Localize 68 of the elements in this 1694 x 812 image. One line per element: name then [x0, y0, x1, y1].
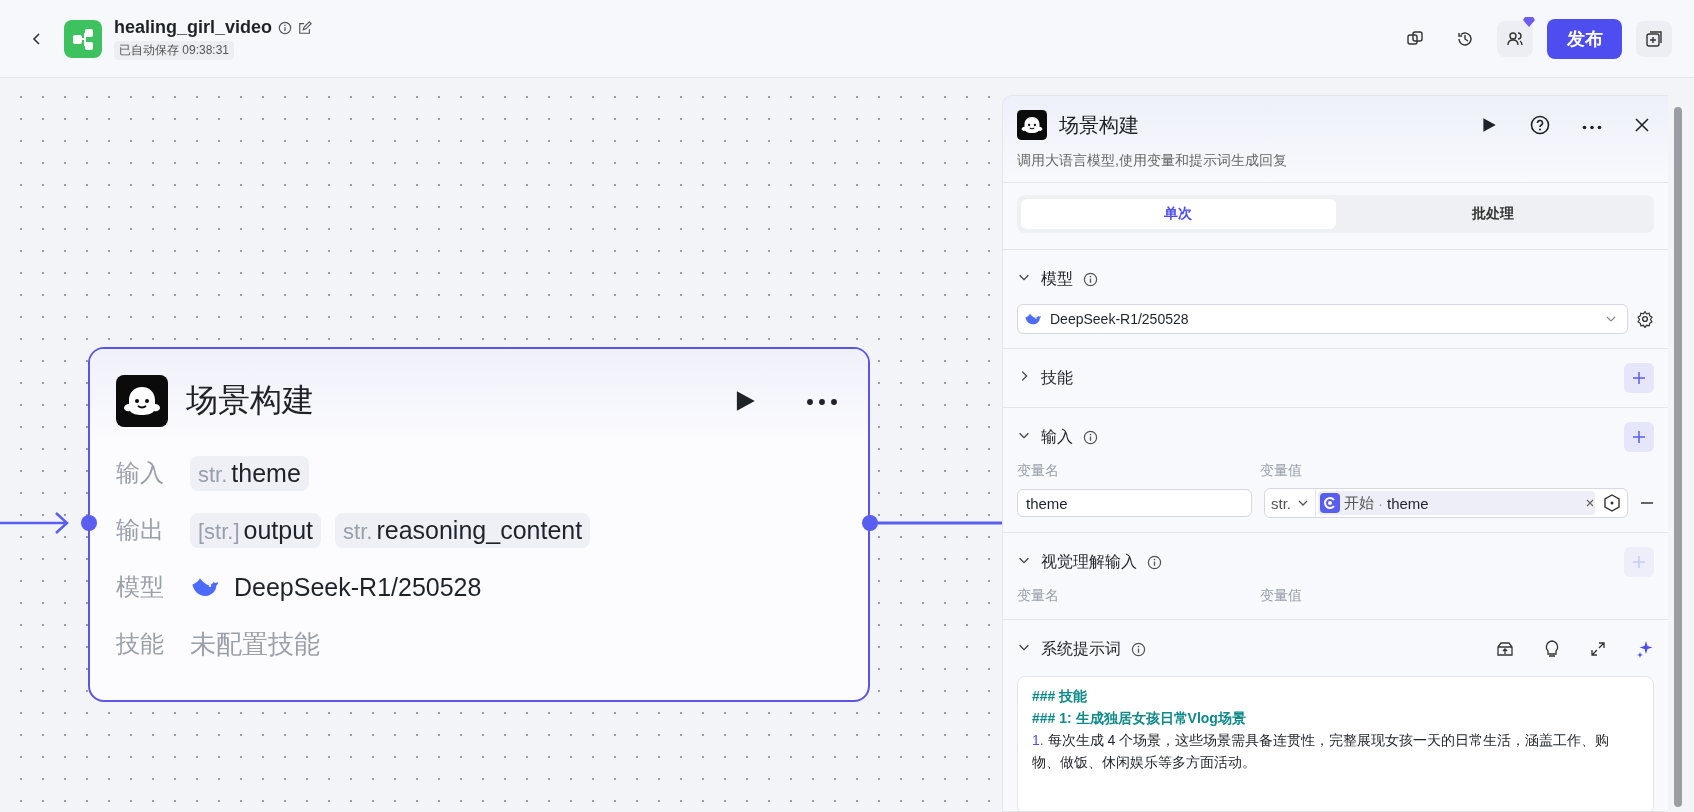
expand-icon[interactable]	[1590, 641, 1606, 657]
prompt-heading: ### 1: 生成独居女孩日常Vlog场景	[1032, 709, 1247, 728]
help-icon[interactable]	[1530, 115, 1550, 135]
section-title: 系统提示词	[1041, 638, 1121, 659]
lightbulb-icon[interactable]	[1544, 640, 1560, 658]
section-title: 视觉理解输入	[1041, 551, 1137, 572]
column-header: 变量值	[1260, 587, 1302, 605]
info-icon[interactable]	[1083, 429, 1098, 445]
section-title: 输入	[1041, 426, 1073, 447]
reference-chip[interactable]: 开始 · theme	[1318, 491, 1595, 515]
info-icon[interactable]	[1131, 641, 1146, 657]
column-header: 变量值	[1260, 462, 1302, 480]
settings-icon[interactable]	[1636, 310, 1654, 328]
panel-add-icon[interactable]	[1636, 20, 1672, 57]
section-title: 模型	[1041, 268, 1073, 289]
type-select[interactable]: str.	[1265, 489, 1316, 517]
workflow-title: healing_girl_video	[114, 17, 273, 38]
people-icon[interactable]	[1506, 29, 1524, 48]
ghost-logo-icon	[1017, 110, 1047, 140]
panel-title: 场景构建	[1059, 112, 1140, 138]
publish-button[interactable]: 发布	[1547, 18, 1622, 59]
workflow-logo-icon	[64, 19, 102, 58]
mode-tab[interactable]: 单次	[1021, 199, 1336, 229]
more-icon[interactable]	[1582, 125, 1602, 130]
variable-name-field[interactable]: theme	[1017, 489, 1252, 517]
clear-icon[interactable]	[1585, 498, 1595, 508]
info-icon[interactable]	[1083, 271, 1098, 287]
panel-description: 调用大语言模型,使用变量和提示词生成回复	[1017, 152, 1288, 170]
scrollbar-thumb[interactable]	[1674, 107, 1682, 807]
node-title: 场景构建	[186, 381, 315, 420]
library-icon[interactable]	[1496, 640, 1514, 658]
prompt-list-item: 1. 每次生成 4 个场景，这些场景需具备连贯性，完整展现女孩一天的日常生活，涵盖工作、购物、做饭、休闲娱乐等多方面活动。	[1032, 731, 1611, 772]
llm-node-card[interactable]: 场景构建 输入 str. theme 输出 [str.] output str. reasoning_content 模型 DeepSeek-R1/250528 技能 未配置技能	[88, 347, 870, 702]
row-label: 输出	[116, 515, 165, 545]
model-select[interactable]: DeepSeek-R1/250528	[1017, 304, 1628, 334]
collaborators-button[interactable]	[1497, 20, 1533, 57]
play-icon[interactable]	[1480, 116, 1498, 134]
row-label: 技能	[116, 629, 165, 659]
plus-icon[interactable]	[1632, 430, 1646, 444]
section-title: 技能	[1041, 367, 1073, 388]
variable-tag: [str.] output	[190, 512, 322, 548]
row-label: 模型	[116, 572, 165, 602]
edit-icon[interactable]	[298, 20, 313, 35]
input-port[interactable]	[80, 514, 98, 532]
column-header: 变量名	[1017, 587, 1060, 605]
model-name: DeepSeek-R1/250528	[234, 572, 482, 602]
prompt-heading: ### 技能	[1032, 687, 1089, 706]
more-icon[interactable]	[806, 398, 838, 406]
start-node-icon	[1320, 493, 1340, 513]
close-icon[interactable]	[1634, 117, 1650, 133]
info-icon[interactable]	[1147, 554, 1162, 570]
sparkle-icon[interactable]	[1636, 640, 1654, 658]
column-header: 变量名	[1017, 462, 1060, 480]
autosave-label: 已自动保存 09:38:31	[114, 41, 235, 60]
add-button[interactable]	[1624, 363, 1654, 393]
variable-value-field[interactable]: str. 开始 · theme	[1264, 488, 1628, 518]
info-icon[interactable]	[278, 20, 293, 35]
output-port[interactable]	[861, 514, 879, 532]
empty-skills-text: 未配置技能	[190, 627, 320, 661]
variable-tag: str. theme	[190, 455, 309, 491]
mode-tab[interactable]: 批处理	[1335, 199, 1650, 229]
hexagon-icon[interactable]	[1603, 494, 1621, 512]
plus-icon[interactable]	[1632, 371, 1646, 385]
ghost-logo-icon	[116, 375, 168, 427]
system-prompt-editor[interactable]: ### 技能 ### 1: 生成独居女孩日常Vlog场景 1. 每次生成 4 个场景，这些场景需具备连贯性，完整展现女孩一天的日常生活，涵盖工作、购物、做饭、休闲娱乐等多方面活动。	[1017, 676, 1654, 811]
row-label: 输入	[116, 458, 165, 488]
add-button[interactable]	[1624, 422, 1654, 452]
variable-tag: str. reasoning_content	[335, 512, 591, 548]
